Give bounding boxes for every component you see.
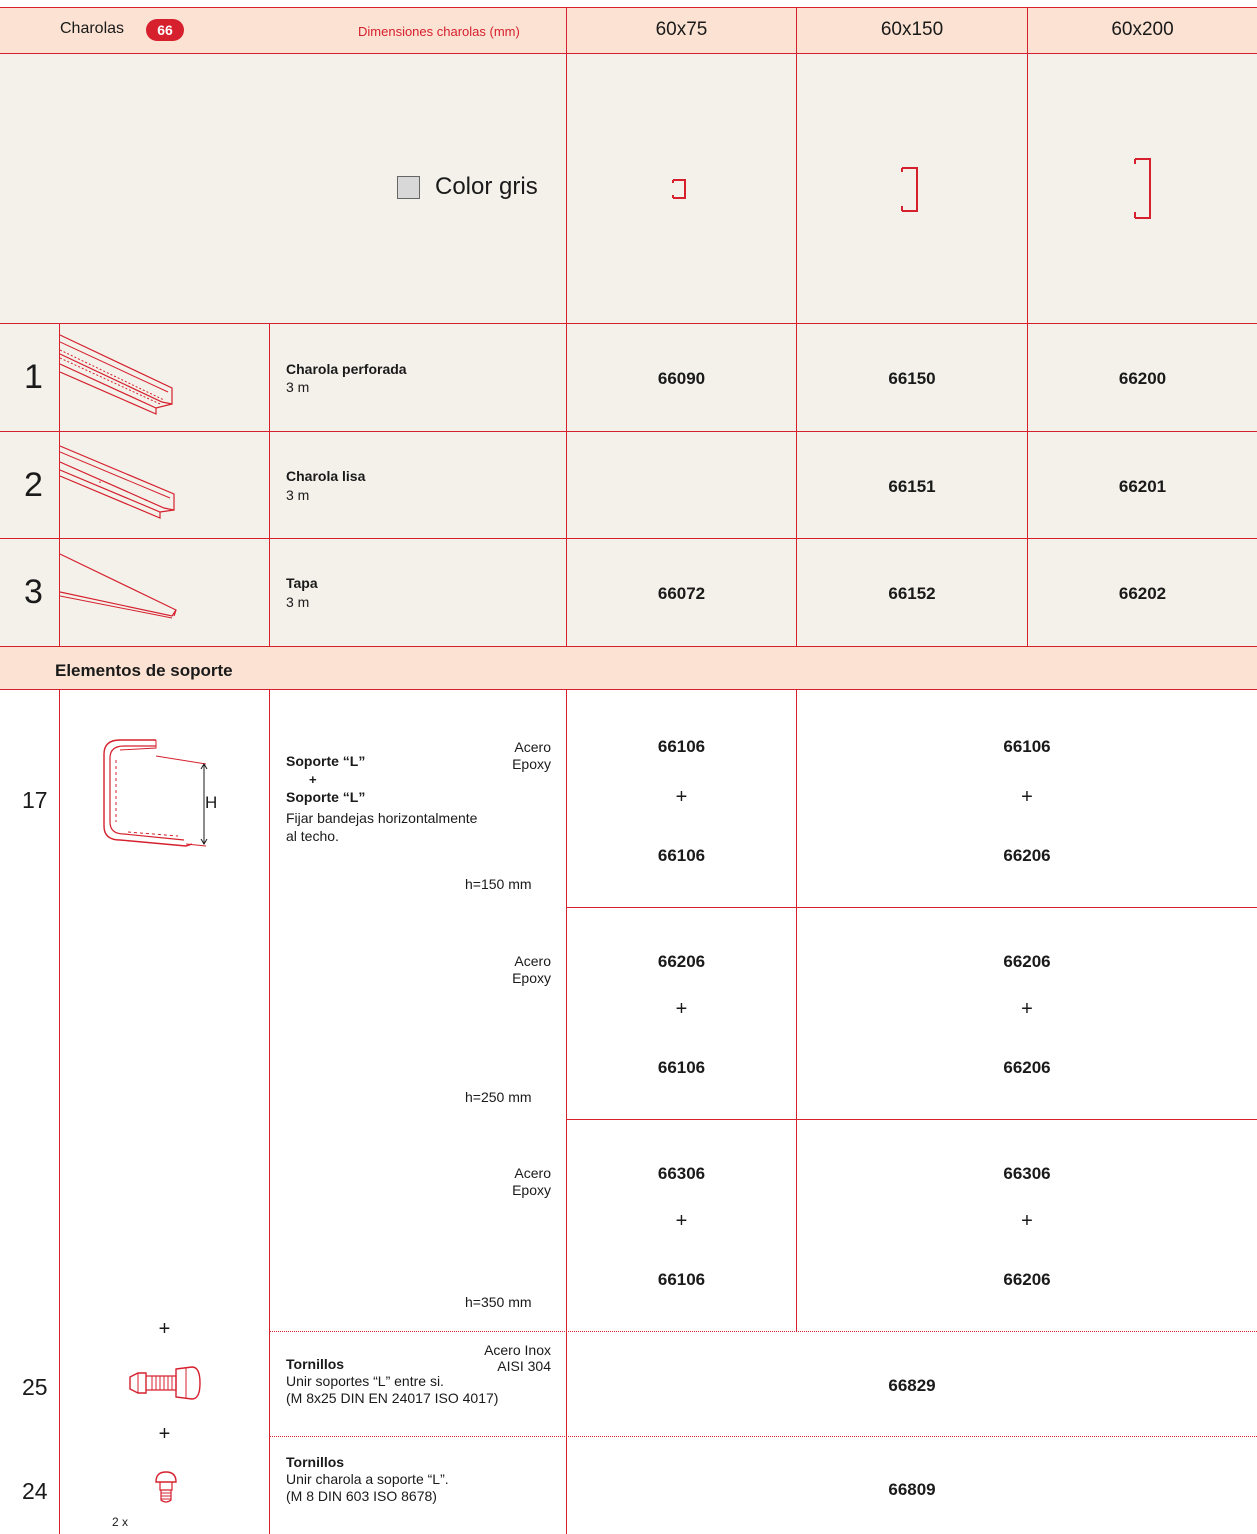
product-length: 3 m — [286, 379, 310, 395]
table-header: Charolas 66 Dimensiones charolas (mm) — [0, 7, 566, 53]
product-name: Charola lisa — [286, 468, 366, 484]
carriage-bolt-icon — [155, 1471, 177, 1503]
support-desc: al techo. — [286, 828, 339, 844]
size-header-60x150: 60x150 — [880, 19, 944, 40]
grid-line — [566, 689, 567, 1534]
product-code: 66201 — [1118, 477, 1167, 496]
product-name: Tapa — [286, 575, 318, 591]
grid-line — [566, 7, 567, 646]
color-label: Color gris — [435, 173, 538, 200]
support-code: 66809 — [888, 1480, 936, 1499]
product-code: 66090 — [657, 369, 706, 388]
grid-line — [1027, 7, 1028, 646]
support-code: 66206 — [1003, 952, 1051, 971]
dimension-h-label: H — [205, 793, 218, 812]
support-name: Soporte “L” — [286, 753, 366, 769]
bolt-icon — [129, 1366, 201, 1400]
row-number: 2 — [24, 466, 43, 504]
grid-line — [0, 53, 1257, 54]
grid-line — [0, 538, 1257, 539]
row-number: 24 — [22, 1478, 48, 1504]
support-code: 66106 — [657, 846, 706, 865]
support-code: 66106 — [657, 1270, 706, 1289]
plus-sign: + — [1021, 1210, 1033, 1232]
row-number: 1 — [24, 358, 43, 396]
size-header-60x75: 60x75 — [655, 19, 708, 40]
color-row-bg — [0, 53, 1257, 323]
product-code: 66151 — [888, 477, 936, 496]
dotted-line — [269, 1436, 1257, 1437]
grid-line — [566, 907, 1257, 908]
section-title: Elementos de soporte — [55, 661, 233, 680]
support-desc: (M 8x25 DIN EN 24017 ISO 4017) — [286, 1390, 499, 1406]
support-code: 66106 — [1003, 737, 1051, 756]
header-title: Charolas — [60, 20, 125, 37]
row-number: 3 — [24, 573, 43, 611]
height-label: h=350 mm — [465, 1294, 532, 1310]
product-length: 3 m — [286, 487, 310, 503]
dotted-line — [269, 1331, 1257, 1332]
material-label: Acero Epoxy — [512, 953, 551, 986]
perforated-tray-icon — [60, 334, 173, 415]
row-number: 17 — [22, 787, 48, 813]
product-code: 66202 — [1118, 584, 1167, 603]
dimensions-label: Dimensiones charolas (mm) — [358, 24, 520, 39]
row-number: 25 — [22, 1374, 48, 1400]
cover-icon — [60, 553, 177, 619]
grid-line — [566, 1119, 1257, 1120]
grid-line — [0, 646, 1257, 647]
plus-sign: + — [1021, 786, 1033, 808]
quantity-label: 2 x — [112, 1515, 129, 1529]
height-label: h=250 mm — [465, 1089, 532, 1105]
plus-sign: + — [1021, 998, 1033, 1020]
product-length: 3 m — [286, 594, 310, 610]
support-code: 66206 — [1003, 1270, 1051, 1289]
support-code: 66106 — [657, 737, 706, 756]
support-code: 66306 — [1003, 1164, 1051, 1183]
product-code: 66150 — [888, 369, 936, 388]
material-label: Acero Inox AISI 304 — [484, 1342, 551, 1374]
grid-line — [796, 7, 797, 646]
grid-line — [59, 689, 60, 1534]
support-code: 66829 — [888, 1376, 936, 1395]
support-plus: + — [309, 772, 317, 787]
support-code: 66206 — [1003, 1058, 1051, 1077]
support-desc: (M 8 DIN 603 ISO 8678) — [286, 1488, 437, 1504]
grid-line — [269, 323, 270, 646]
height-label: h=150 mm — [465, 876, 532, 892]
product-code: 66152 — [888, 584, 936, 603]
smooth-tray-icon — [60, 445, 175, 519]
support-desc: Unir soportes “L” entre si. — [286, 1373, 444, 1389]
profile-60x200-icon — [1134, 158, 1151, 219]
grid-line — [269, 689, 270, 1534]
support-desc: Unir charola a soporte “L”. — [286, 1471, 449, 1487]
material-label: Acero Epoxy — [512, 1165, 551, 1198]
product-code: 66200 — [1118, 369, 1167, 388]
product-name: Charola perforada — [286, 361, 407, 377]
plus-sign: + — [675, 1210, 688, 1232]
grid-line — [0, 323, 1257, 324]
support-code: 66306 — [657, 1164, 706, 1183]
plus-sign: + — [675, 998, 688, 1020]
plus-sign: + — [158, 1423, 171, 1445]
profile-60x150-icon — [901, 167, 918, 212]
grid-line — [0, 431, 1257, 432]
l-bracket-icon — [103, 739, 208, 847]
size-header-60x200: 60x200 — [1111, 19, 1174, 40]
support-name: Soporte “L” — [286, 789, 366, 805]
support-code: 66106 — [657, 1058, 706, 1077]
support-code: 66206 — [1003, 846, 1051, 865]
profile-60x75-icon — [672, 179, 686, 199]
support-name: Tornillos — [286, 1454, 345, 1470]
support-name: Tornillos — [286, 1356, 345, 1372]
support-code: 66206 — [657, 952, 706, 971]
support-desc: Fijar bandejas horizontalmente — [286, 810, 478, 826]
material-label: Acero Epoxy — [512, 739, 551, 772]
product-code: 66072 — [657, 584, 706, 603]
plus-sign: + — [158, 1318, 171, 1340]
plus-sign: + — [675, 786, 688, 808]
color-swatch — [397, 176, 420, 199]
grid-line — [0, 689, 1257, 690]
header-badge: 66 — [146, 19, 184, 41]
